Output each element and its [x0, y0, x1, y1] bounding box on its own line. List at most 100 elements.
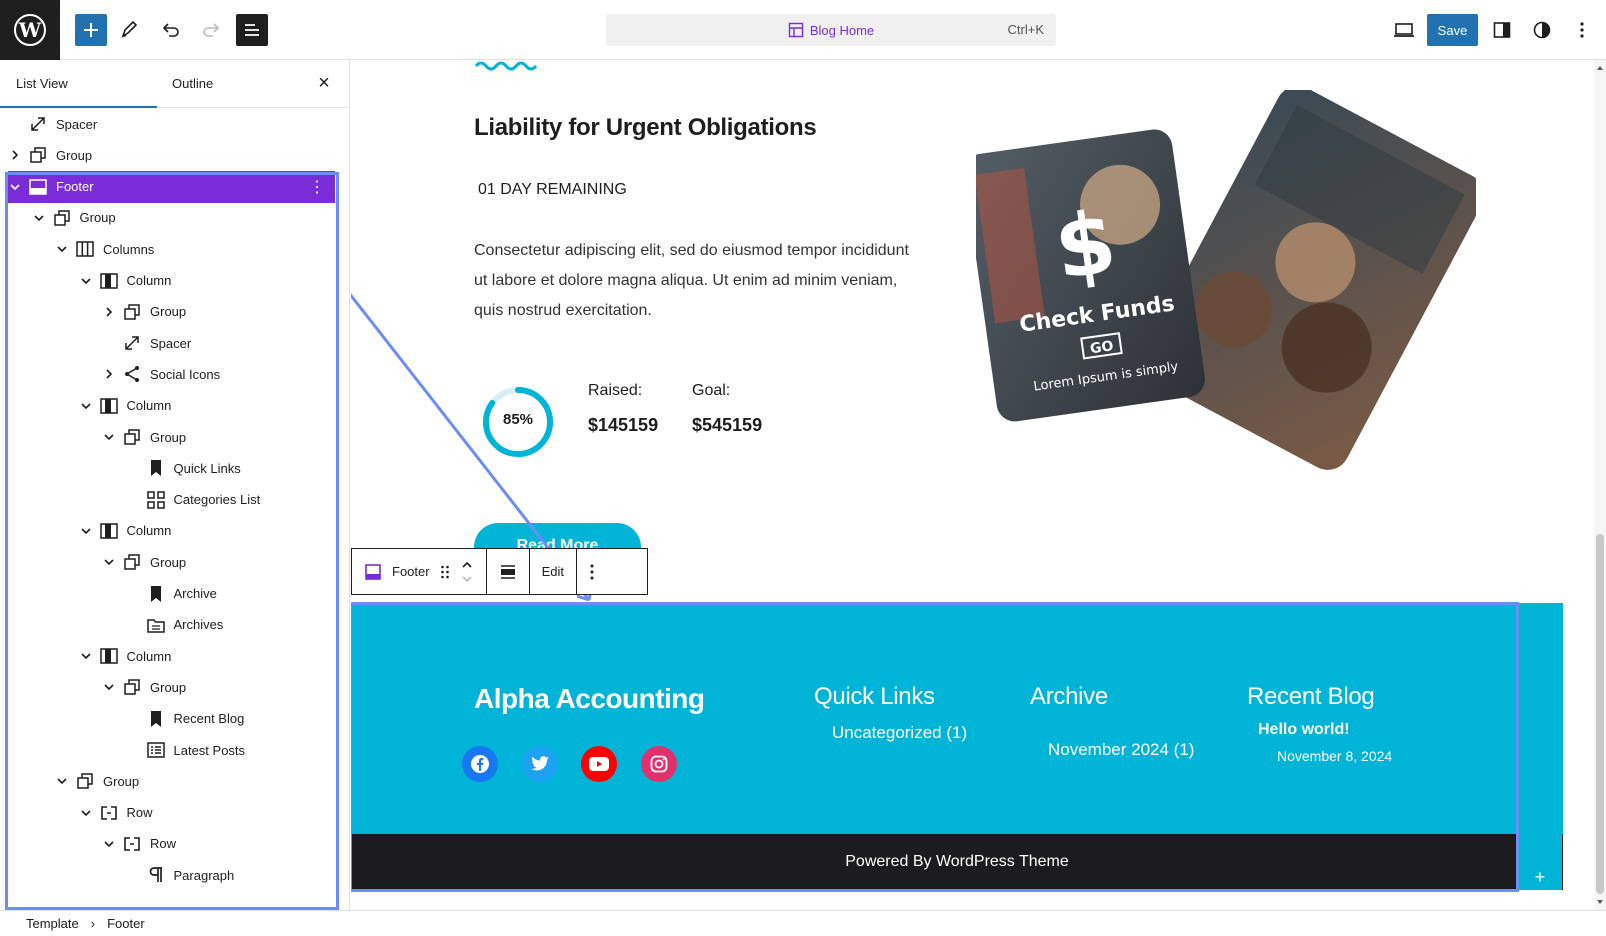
chevron-down-icon[interactable] [55, 774, 69, 788]
youtube-icon[interactable] [581, 746, 617, 782]
tree-item-label: Spacer [150, 335, 192, 351]
scroll-down-icon[interactable] [1594, 896, 1606, 908]
tree-item-footer[interactable]: Footer ⋮ [8, 170, 335, 203]
tree-item-label: Row [126, 805, 153, 821]
facebook-icon[interactable] [462, 746, 498, 782]
group-icon [122, 677, 142, 697]
tree-item-archive[interactable]: Archive [0, 578, 340, 610]
tree-item-group[interactable]: Group [0, 671, 340, 703]
tree-item-recent-blog[interactable]: Recent Blog [0, 703, 340, 735]
goal-label: Goal: [692, 382, 731, 399]
chevron-down-icon[interactable] [79, 399, 93, 413]
tree-item-label: Social Icons [150, 366, 221, 382]
tree-item-column[interactable]: Column [0, 640, 340, 672]
chevron-down-icon[interactable] [79, 524, 93, 538]
tree-item-column[interactable]: Column [0, 265, 340, 297]
tools-pen-icon[interactable] [113, 14, 145, 46]
category-link[interactable]: Uncategorized (1) [832, 723, 967, 743]
save-button[interactable]: Save [1427, 14, 1478, 46]
edit-button[interactable]: Edit [530, 549, 577, 594]
instagram-icon[interactable] [641, 746, 677, 782]
tree-item-social-icons[interactable]: Social Icons [0, 358, 340, 390]
tree-item-group[interactable]: Group [0, 139, 340, 171]
chevron-down-icon[interactable] [102, 430, 116, 444]
canvas-scrollbar[interactable] [1594, 60, 1606, 910]
device-preview-icon[interactable] [1388, 14, 1420, 46]
scroll-up-icon[interactable] [1594, 62, 1606, 74]
align-button[interactable] [487, 549, 530, 594]
tree-item-column[interactable]: Column [0, 515, 340, 547]
chevron-down-icon[interactable] [79, 806, 93, 820]
tree-item-archives[interactable]: Archives [0, 609, 340, 641]
tree-item-quick-links[interactable]: Quick Links [0, 452, 340, 484]
breadcrumb-footer[interactable]: Footer [107, 916, 145, 931]
footer-credit-text: Powered By WordPress Theme [845, 853, 1069, 870]
cause-heading: Liability for Urgent Obligations [474, 114, 817, 141]
site-footer[interactable]: Alpha Accounting Quick Links Uncategoriz… [351, 603, 1563, 890]
settings-sidebar-icon[interactable] [1486, 14, 1518, 46]
styles-contrast-icon[interactable] [1526, 14, 1558, 46]
chevron-down-icon[interactable] [32, 211, 46, 225]
tree-item-spacer[interactable]: Spacer [0, 108, 340, 140]
archive-link[interactable]: November 2024 (1) [1048, 740, 1194, 760]
tree-item-categories-list[interactable]: Categories List [0, 484, 340, 516]
redo-icon[interactable] [195, 14, 227, 46]
hero-image: $ Check Funds GO Lorem Ipsum is simply [976, 90, 1476, 470]
tree-item-row[interactable]: Row [0, 797, 340, 829]
tree-item-label: Group [103, 773, 140, 789]
tree-item-group[interactable]: Group [0, 421, 340, 453]
drag-handle-icon[interactable] [440, 564, 450, 580]
twitter-icon[interactable] [522, 746, 558, 782]
chevron-right-icon[interactable] [8, 148, 22, 162]
chevron-right-icon[interactable] [102, 367, 116, 381]
chevron-down-icon[interactable] [8, 180, 22, 194]
editor-canvas[interactable]: Liability for Urgent Obligations 01 DAY … [351, 60, 1591, 910]
chevron-down-icon[interactable] [102, 555, 116, 569]
chevron-down-icon[interactable] [102, 680, 116, 694]
recent-blog-title: Recent Blog [1247, 683, 1375, 710]
tab-list-view[interactable]: List View [0, 60, 157, 108]
scroll-thumb[interactable] [1596, 534, 1604, 894]
days-remaining: 01 DAY REMAINING [478, 181, 627, 198]
block-options-kebab-icon[interactable] [577, 549, 607, 594]
tree-item-label: Row [150, 836, 177, 852]
align-full-icon [500, 564, 515, 579]
chevron-right-icon[interactable] [102, 305, 116, 319]
template-part-icon [28, 177, 48, 197]
group-icon [122, 427, 142, 447]
close-icon[interactable]: × [315, 73, 333, 93]
tree-item-spacer[interactable]: Spacer [0, 327, 340, 359]
move-up-down-icon[interactable] [460, 558, 474, 586]
tree-item-group[interactable]: Group [0, 202, 340, 234]
chevron-down-icon[interactable] [79, 274, 93, 288]
tree-item-columns[interactable]: Columns [0, 233, 340, 265]
wordpress-logo-icon[interactable]: W [0, 0, 60, 60]
tree-options-kebab-icon[interactable]: ⋮ [309, 177, 325, 197]
breadcrumb-template[interactable]: Template [26, 916, 79, 931]
chevron-down-icon[interactable] [55, 242, 69, 256]
options-kebab-icon[interactable] [1566, 14, 1598, 46]
recent-post-link[interactable]: Hello world! [1258, 721, 1350, 739]
tree-item-label: Group [56, 147, 93, 163]
tree-item-group[interactable]: Group [0, 765, 340, 797]
chevron-down-icon[interactable] [102, 837, 116, 851]
undo-icon[interactable] [155, 14, 187, 46]
tree-item-group[interactable]: Group [0, 546, 340, 578]
chevron-down-icon[interactable] [79, 649, 93, 663]
add-block-plus-icon[interactable]: + [1530, 867, 1550, 887]
tree-item-latest-posts[interactable]: Latest Posts [0, 734, 340, 766]
tree-item-label: Group [150, 429, 187, 445]
tree-item-paragraph[interactable]: Paragraph [0, 859, 340, 891]
tree-item-group[interactable]: Group [0, 296, 340, 328]
add-block-button[interactable] [75, 14, 107, 46]
tree-item-label: Group [79, 210, 116, 226]
command-shortcut: Ctrl+K [1007, 22, 1044, 37]
tree-item-column[interactable]: Column [0, 390, 340, 422]
tab-outline[interactable]: Outline [172, 60, 213, 108]
tree-item-row[interactable]: Row [0, 828, 340, 860]
block-identity[interactable]: Footer [352, 549, 487, 594]
recent-post-date: November 8, 2024 [1277, 748, 1393, 764]
list-view-toggle-icon[interactable] [236, 14, 268, 46]
command-palette-bar[interactable]: Blog Home Ctrl+K [606, 14, 1056, 46]
